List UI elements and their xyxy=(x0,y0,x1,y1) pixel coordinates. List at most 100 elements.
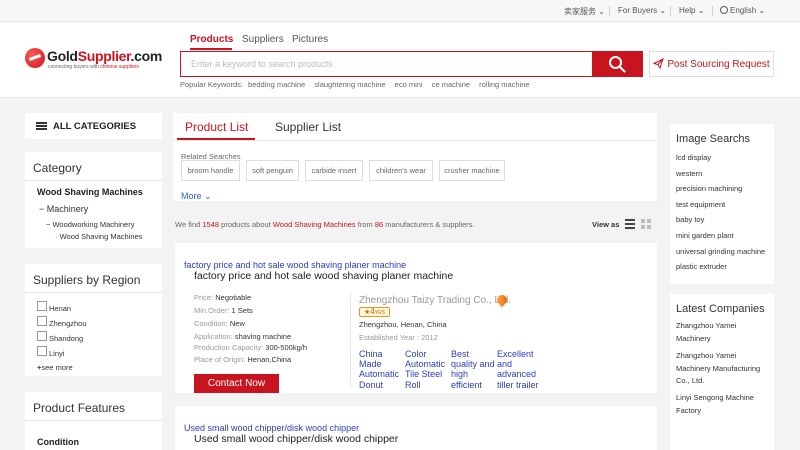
current-category: Wood Shaving Machines xyxy=(37,187,143,197)
result-summary: We find 1548 products about Wood Shaving… xyxy=(175,220,475,229)
product-title: factory price and hot sale wood shaving … xyxy=(194,270,454,282)
latest-company-link[interactable]: Zhangzhou Yamei Machinery Manufacturing … xyxy=(676,350,770,388)
spec-condition: Condition: New xyxy=(194,319,245,328)
category-panel: Category Wood Shaving Machines − Machine… xyxy=(25,152,162,248)
tab-supplier-list[interactable]: Supplier List xyxy=(275,120,341,134)
related-product-link[interactable]: Color Automatic Tile Steel Roll xyxy=(405,349,449,390)
popular-keyword[interactable]: rolling machine xyxy=(479,80,529,89)
divider xyxy=(173,140,657,141)
chevron-down-icon: ⌄ xyxy=(659,6,667,15)
divider xyxy=(25,420,162,421)
image-search-link[interactable]: plastic extruder xyxy=(676,262,727,271)
latest-companies-panel: Latest Companies Zhangzhou Yamei Machine… xyxy=(670,294,774,450)
popular-keyword[interactable]: ce machine xyxy=(432,80,470,89)
image-search-link[interactable]: universal grinding machine xyxy=(676,247,765,256)
checkbox[interactable] xyxy=(37,316,47,326)
site-logo[interactable]: GoldSupplier.com connecting buyers with … xyxy=(25,46,162,72)
spec-capacity: Production Capacity: 300-500kg/h xyxy=(194,343,307,352)
language-label: English xyxy=(730,6,757,15)
language-menu[interactable]: English ⌄ xyxy=(720,6,765,15)
product-title-link[interactable]: factory price and hot sale wood shaving … xyxy=(184,260,406,270)
image-search-link[interactable]: test equipment xyxy=(676,200,725,209)
more-related-link[interactable]: More ⌄ xyxy=(181,191,212,202)
top-bar: 卖家服务 ⌄ For Buyers ⌄ Help ⌄ English ⌄ xyxy=(0,0,800,22)
category-tree-item-wood-shaving[interactable]: · Wood Shaving Machines xyxy=(55,232,142,241)
see-more-link[interactable]: +see more xyxy=(37,363,73,372)
spec-origin: Place of Origin: Henan,China xyxy=(194,355,292,364)
grid-view-icon[interactable] xyxy=(641,219,651,229)
menu-icon xyxy=(36,122,47,130)
product-card: factory price and hot sale wood shaving … xyxy=(175,243,657,393)
product-card: Used small wood chipper/disk wood chippe… xyxy=(175,406,657,450)
latest-company-link[interactable]: Zhangzhou Yamei Machinery xyxy=(676,320,770,345)
latest-companies-title: Latest Companies xyxy=(676,303,765,315)
search-button[interactable] xyxy=(592,52,642,76)
related-product-link[interactable]: Excellent and advanced tiller trailer xyxy=(497,349,541,390)
globe-icon xyxy=(720,6,728,14)
latest-company-link[interactable]: Linyi Sengong Machine Factory xyxy=(676,392,770,417)
image-search-link[interactable]: lcd display xyxy=(676,153,711,162)
related-search-chip[interactable]: children's wear xyxy=(369,160,433,181)
help-label: Help xyxy=(679,6,696,15)
search-box xyxy=(180,51,643,77)
years-badge: ★4YRS xyxy=(359,307,391,317)
supplier-location: Zhengzhou, Henan, China xyxy=(359,320,447,329)
related-product-link[interactable]: China Made Automatic Donut xyxy=(359,349,403,390)
seller-service-label: 卖家服务 xyxy=(564,7,596,16)
related-search-chip[interactable]: soft penguin xyxy=(246,160,299,181)
view-as-label: View as xyxy=(592,220,620,229)
supplier-name-link[interactable]: Zhengzhou Taizy Trading Co., Ltd. xyxy=(359,295,511,306)
image-search-link[interactable]: precision machining xyxy=(676,184,742,193)
related-search-chip[interactable]: carbide insert xyxy=(305,160,363,181)
image-search-link[interactable]: western xyxy=(676,169,702,178)
checkbox[interactable] xyxy=(37,301,47,311)
chevron-down-icon: ⌄ xyxy=(204,191,212,201)
category-tree-item-machinery[interactable]: − Machinery xyxy=(39,204,88,214)
image-searches-panel: Image Searchs lcd display western precis… xyxy=(670,124,774,284)
product-title: Used small wood chipper/disk wood chippe… xyxy=(194,433,399,445)
related-product-link[interactable]: Best quality and high efficient xyxy=(451,349,495,390)
logo-ball-icon xyxy=(25,48,45,68)
tab-products[interactable]: Products xyxy=(190,34,233,45)
seller-service-link[interactable]: 卖家服务 ⌄ xyxy=(564,6,605,17)
result-summary-bar: We find 1548 products about Wood Shaving… xyxy=(173,208,657,236)
checkbox[interactable] xyxy=(37,346,47,356)
list-view-icon[interactable] xyxy=(625,219,635,229)
chevron-down-icon: ⌄ xyxy=(697,6,705,15)
for-buyers-menu[interactable]: For Buyers ⌄ xyxy=(618,6,666,15)
related-search-chip[interactable]: crusher machine xyxy=(439,160,505,181)
category-tree-item-woodworking[interactable]: − Woodworking Machinery xyxy=(46,220,134,229)
popular-keyword[interactable]: bedding machine xyxy=(248,80,305,89)
popular-keyword[interactable]: slaughtering machine xyxy=(314,80,385,89)
chevron-down-icon: ⌄ xyxy=(598,7,605,16)
tab-product-list[interactable]: Product List xyxy=(185,120,248,134)
tab-pictures[interactable]: Pictures xyxy=(292,34,328,45)
paper-plane-icon xyxy=(653,58,665,69)
divider xyxy=(350,292,351,387)
all-categories-label: ALL CATEGORIES xyxy=(53,121,137,132)
divider xyxy=(670,6,671,16)
spec-application: Application: shaving machine xyxy=(194,332,292,341)
contact-now-button[interactable]: Contact Now xyxy=(194,374,279,393)
spec-price: Price: Negotiable xyxy=(194,293,252,302)
related-search-chip[interactable]: broom handle xyxy=(181,160,240,181)
popular-keywords-label: Popular Keywords: xyxy=(180,80,243,89)
condition-filter-title: Condition xyxy=(37,437,79,447)
divider xyxy=(712,6,713,16)
product-title-link[interactable]: Used small wood chipper/disk wood chippe… xyxy=(184,423,359,433)
list-header-panel: Product List Supplier List Related Searc… xyxy=(173,113,657,201)
search-input[interactable] xyxy=(181,52,593,76)
site-header: GoldSupplier.com connecting buyers with … xyxy=(0,22,800,98)
popular-keywords: Popular Keywords: bedding machine slaugh… xyxy=(180,80,537,89)
image-searches-title: Image Searchs xyxy=(676,133,750,145)
post-sourcing-request-label: Post Sourcing Request xyxy=(667,59,770,70)
image-search-link[interactable]: baby toy xyxy=(676,215,704,224)
image-search-link[interactable]: mini garden plant xyxy=(676,231,734,240)
tab-suppliers[interactable]: Suppliers xyxy=(242,34,284,45)
all-categories-button[interactable]: ALL CATEGORIES xyxy=(25,113,162,139)
popular-keyword[interactable]: eco mini xyxy=(395,80,423,89)
post-sourcing-request-button[interactable]: Post Sourcing Request xyxy=(649,51,774,77)
checkbox[interactable] xyxy=(37,331,47,341)
product-features-title: Product Features xyxy=(33,401,126,415)
help-menu[interactable]: Help ⌄ xyxy=(679,6,704,15)
